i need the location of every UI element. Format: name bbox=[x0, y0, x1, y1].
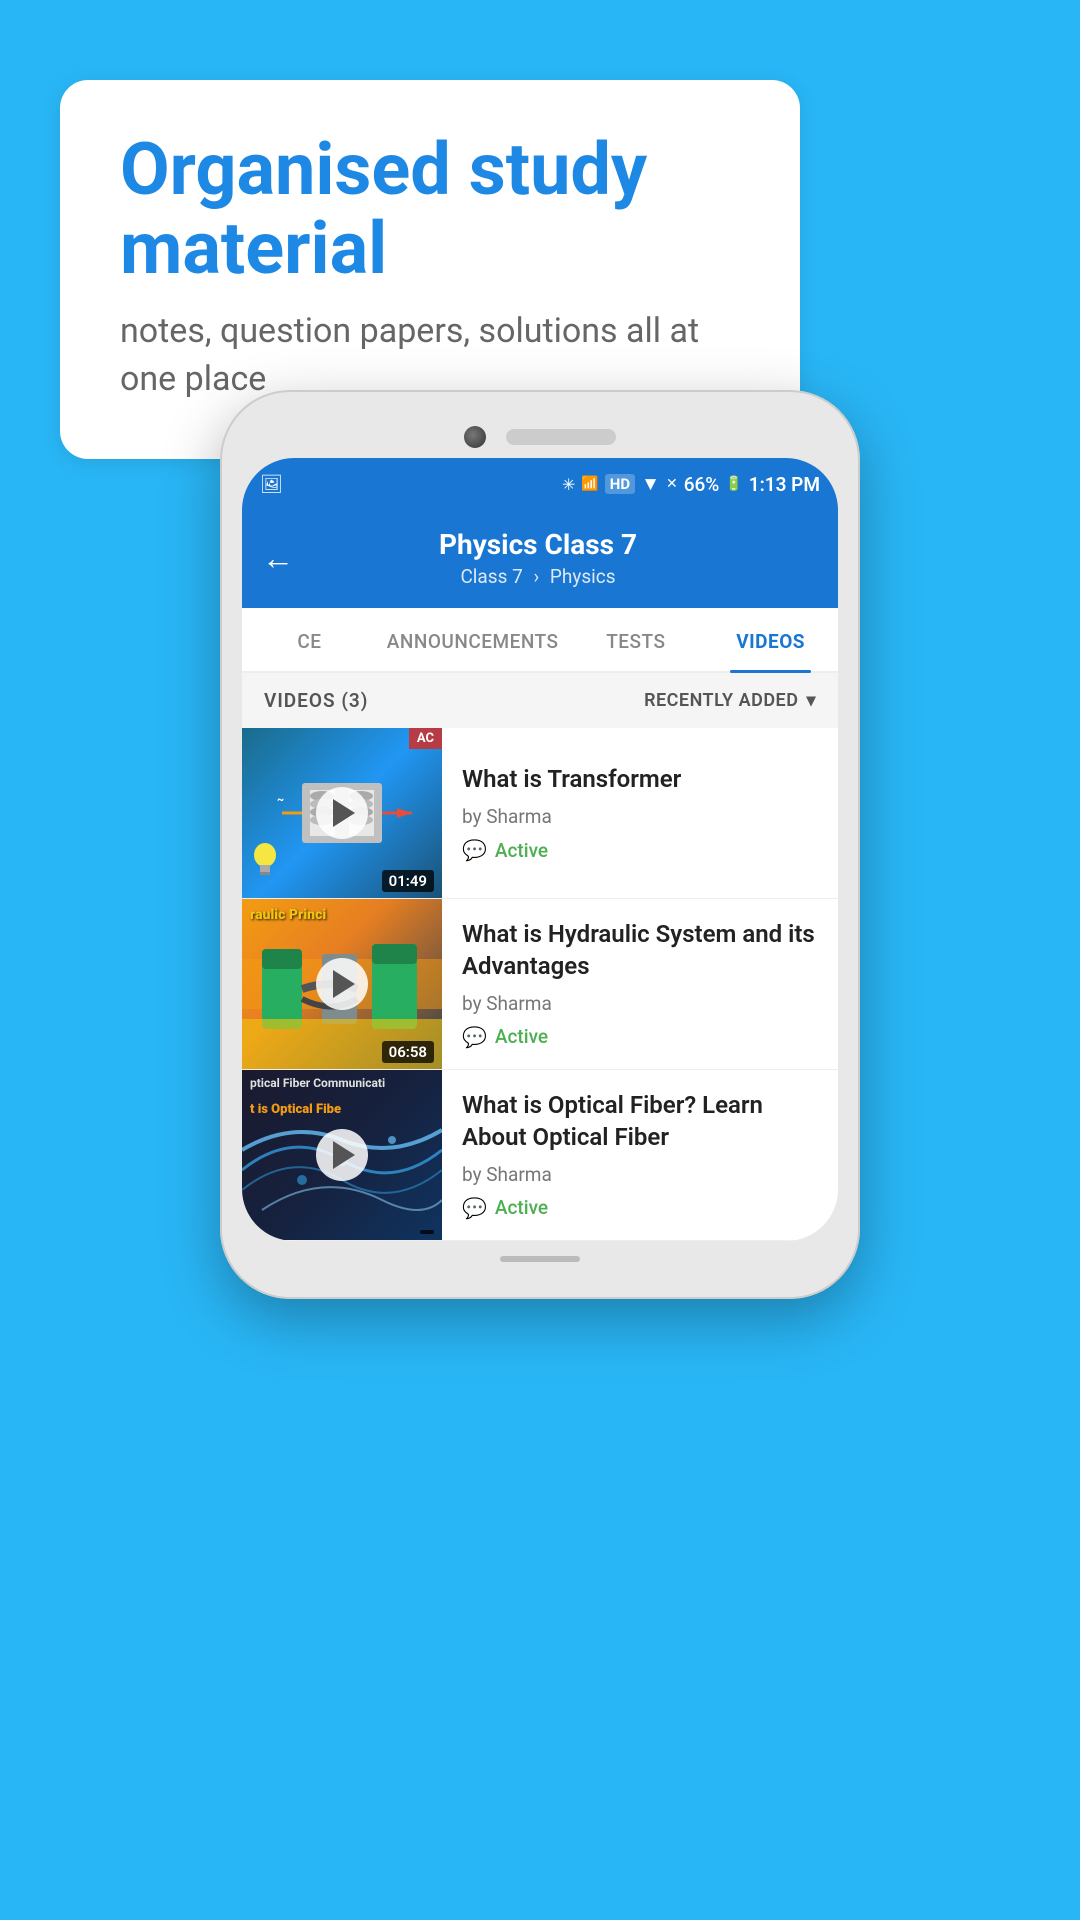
phone-screen: 🖼 ✳ 📶 HD ▼ ✕ 66% 🔋 1:13 PM ← bbox=[242, 458, 838, 1241]
video-status-1: 💬 Active bbox=[462, 838, 820, 862]
optical-text-big: t is Optical Fibe bbox=[242, 1098, 349, 1121]
hd-badge: HD bbox=[605, 474, 635, 494]
chevron-down-icon: ▾ bbox=[806, 690, 816, 711]
play-triangle-icon-2 bbox=[333, 970, 355, 998]
screenshot-icon: 🖼 bbox=[260, 474, 283, 495]
video-info-3: What is Optical Fiber? Learn About Optic… bbox=[442, 1070, 838, 1240]
status-label-3: Active bbox=[495, 1196, 548, 1219]
video-info-1: What is Transformer by Sharma 💬 Active bbox=[442, 728, 838, 898]
video-thumbnail-3: ptical Fiber Communicati t is Optical Fi… bbox=[242, 1070, 442, 1240]
video-item-3[interactable]: ptical Fiber Communicati t is Optical Fi… bbox=[242, 1070, 838, 1241]
time-display: 1:13 PM bbox=[749, 473, 820, 496]
back-button[interactable]: ← bbox=[262, 539, 294, 577]
tab-videos[interactable]: VIDEOS bbox=[703, 608, 838, 671]
breadcrumb-subject: Physics bbox=[550, 565, 616, 588]
header-breadcrumb: Class 7 › Physics bbox=[314, 565, 762, 588]
phone-mockup: 🖼 ✳ 📶 HD ▼ ✕ 66% 🔋 1:13 PM ← bbox=[220, 390, 860, 1299]
sort-button[interactable]: RECENTLY ADDED ▾ bbox=[644, 690, 816, 711]
chat-icon-2: 💬 bbox=[462, 1025, 487, 1049]
lightbulb-svg bbox=[250, 841, 280, 886]
video-status-2: 💬 Active bbox=[462, 1025, 820, 1049]
wifi-icon: ▼ bbox=[641, 472, 660, 496]
video-title-2: What is Hydraulic System and its Advanta… bbox=[462, 919, 820, 981]
tab-ce[interactable]: CE bbox=[242, 608, 377, 671]
app-header: ← Physics Class 7 Class 7 › Physics bbox=[242, 510, 838, 608]
tab-announcements[interactable]: ANNOUNCEMENTS bbox=[377, 608, 569, 671]
header-title: Physics Class 7 bbox=[314, 528, 762, 561]
bluetooth-icon: ✳ bbox=[562, 475, 575, 494]
video-author-2: by Sharma bbox=[462, 992, 820, 1015]
chat-icon-3: 💬 bbox=[462, 1196, 487, 1220]
home-indicator bbox=[500, 1256, 580, 1262]
video-duration-3 bbox=[420, 1230, 434, 1234]
tabs-bar: CE ANNOUNCEMENTS TESTS VIDEOS bbox=[242, 608, 838, 673]
header-title-section: Physics Class 7 Class 7 › Physics bbox=[314, 528, 762, 588]
home-bar bbox=[242, 1241, 838, 1277]
status-label-2: Active bbox=[495, 1025, 548, 1048]
tab-tests[interactable]: TESTS bbox=[568, 608, 703, 671]
video-duration-1: 01:49 bbox=[382, 870, 434, 892]
video-item-2[interactable]: raulic Princi 06:58 What is Hydraulic Sy… bbox=[242, 899, 838, 1070]
play-triangle-icon-3 bbox=[333, 1141, 355, 1169]
play-triangle-icon bbox=[333, 799, 355, 827]
thumb-ac-label: AC bbox=[409, 728, 442, 749]
video-duration-2: 06:58 bbox=[382, 1041, 434, 1063]
video-author-1: by Sharma bbox=[462, 805, 820, 828]
optical-text-top: ptical Fiber Communicati bbox=[242, 1070, 393, 1098]
video-author-3: by Sharma bbox=[462, 1163, 820, 1186]
speaker-grille bbox=[506, 429, 616, 445]
hero-title: Organised study material bbox=[120, 130, 740, 288]
video-list: ~ AC bbox=[242, 728, 838, 1241]
play-button-3[interactable] bbox=[316, 1129, 368, 1181]
sort-label: RECENTLY ADDED bbox=[644, 690, 798, 711]
video-thumbnail-2: raulic Princi 06:58 bbox=[242, 899, 442, 1069]
chat-icon-1: 💬 bbox=[462, 838, 487, 862]
play-button-1[interactable] bbox=[316, 787, 368, 839]
cellular-icon: ✕ bbox=[666, 476, 678, 492]
play-button-2[interactable] bbox=[316, 958, 368, 1010]
breadcrumb-class: Class 7 bbox=[460, 565, 522, 588]
signal-icon: 📶 bbox=[581, 476, 598, 492]
video-item-1[interactable]: ~ AC bbox=[242, 728, 838, 899]
camera-dot bbox=[464, 426, 486, 448]
video-info-2: What is Hydraulic System and its Advanta… bbox=[442, 899, 838, 1069]
status-label-1: Active bbox=[495, 839, 548, 862]
filter-bar: VIDEOS (3) RECENTLY ADDED ▾ bbox=[242, 673, 838, 728]
video-thumbnail-1: ~ AC bbox=[242, 728, 442, 898]
hydraulic-text: raulic Princi bbox=[242, 899, 334, 932]
svg-text:~: ~ bbox=[277, 793, 284, 806]
video-status-3: 💬 Active bbox=[462, 1196, 820, 1220]
video-title-1: What is Transformer bbox=[462, 764, 820, 795]
battery-icon: 🔋 bbox=[725, 476, 742, 492]
battery-level: 66% bbox=[684, 473, 720, 496]
videos-count: VIDEOS (3) bbox=[264, 689, 368, 712]
video-title-3: What is Optical Fiber? Learn About Optic… bbox=[462, 1090, 820, 1152]
status-bar: 🖼 ✳ 📶 HD ▼ ✕ 66% 🔋 1:13 PM bbox=[242, 458, 838, 510]
